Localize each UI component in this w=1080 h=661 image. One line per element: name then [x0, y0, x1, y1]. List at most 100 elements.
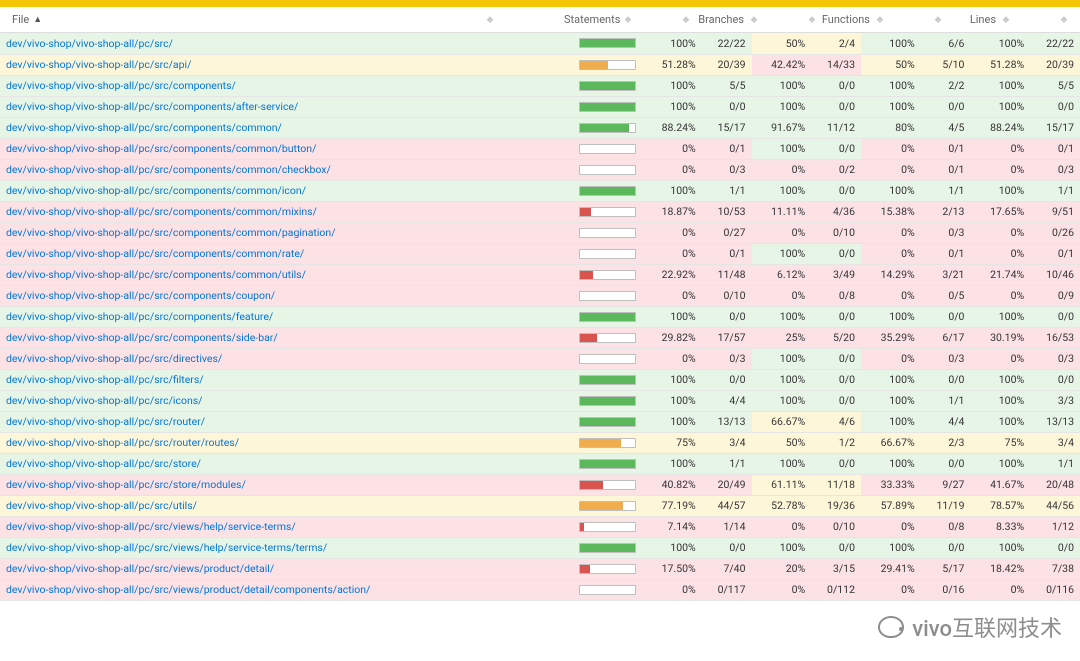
sort-icon[interactable]: ◆ — [750, 15, 758, 25]
branches-pct: 61.11% — [752, 474, 812, 495]
lines-frac: 0/0 — [1030, 537, 1080, 558]
file-link[interactable]: dev/vivo-shop/vivo-shop-all/pc/src/views… — [6, 562, 274, 575]
functions-pct: 100% — [861, 390, 921, 411]
header-file-label: File — [12, 13, 29, 26]
sort-icon[interactable]: ◆ — [934, 15, 942, 25]
file-link[interactable]: dev/vivo-shop/vivo-shop-all/pc/src/compo… — [6, 289, 275, 302]
file-link[interactable]: dev/vivo-shop/vivo-shop-all/pc/src/ — [6, 37, 173, 50]
functions-pct: 50% — [861, 54, 921, 75]
lines-frac: 13/13 — [1030, 411, 1080, 432]
file-link[interactable]: dev/vivo-shop/vivo-shop-all/pc/src/compo… — [6, 163, 331, 176]
sort-icon[interactable]: ◆ — [624, 15, 632, 25]
file-link[interactable]: dev/vivo-shop/vivo-shop-all/pc/src/store… — [6, 457, 201, 470]
file-link[interactable]: dev/vivo-shop/vivo-shop-all/pc/src/store… — [6, 478, 246, 491]
file-link[interactable]: dev/vivo-shop/vivo-shop-all/pc/src/compo… — [6, 100, 298, 113]
file-link[interactable]: dev/vivo-shop/vivo-shop-all/pc/src/views… — [6, 541, 327, 554]
branches-pct: 100% — [752, 306, 812, 327]
file-link[interactable]: dev/vivo-shop/vivo-shop-all/pc/src/compo… — [6, 205, 317, 218]
functions-pct: 100% — [861, 180, 921, 201]
lines-pct: 100% — [970, 75, 1030, 96]
table-row: dev/vivo-shop/vivo-shop-all/pc/src/compo… — [0, 75, 1080, 96]
table-row: dev/vivo-shop/vivo-shop-all/pc/src/compo… — [0, 201, 1080, 222]
file-link[interactable]: dev/vivo-shop/vivo-shop-all/pc/src/compo… — [6, 247, 304, 260]
sort-icon[interactable]: ◆ — [808, 15, 816, 25]
statements-pct: 17.50% — [642, 558, 702, 579]
file-link[interactable]: dev/vivo-shop/vivo-shop-all/pc/src/route… — [6, 436, 239, 449]
file-link[interactable]: dev/vivo-shop/vivo-shop-all/pc/src/compo… — [6, 331, 278, 344]
statements-pct: 100% — [642, 33, 702, 54]
coverage-table: dev/vivo-shop/vivo-shop-all/pc/src/100%2… — [0, 33, 1080, 601]
branches-frac: 4/6 — [811, 411, 861, 432]
header-file[interactable]: File ▲ — [12, 13, 486, 26]
file-link[interactable]: dev/vivo-shop/vivo-shop-all/pc/src/icons… — [6, 394, 203, 407]
file-link[interactable]: dev/vivo-shop/vivo-shop-all/pc/src/route… — [6, 415, 205, 428]
file-link[interactable]: dev/vivo-shop/vivo-shop-all/pc/src/compo… — [6, 226, 336, 239]
header-functions[interactable]: Functions — [816, 13, 876, 26]
coverage-bar — [579, 585, 636, 595]
branches-pct: 52.78% — [752, 495, 812, 516]
header-lines[interactable]: Lines — [942, 13, 1002, 26]
lines-pct: 18.42% — [970, 558, 1030, 579]
statements-frac: 1/1 — [702, 180, 752, 201]
functions-frac: 2/3 — [921, 432, 971, 453]
sort-icon[interactable]: ◆ — [682, 15, 690, 25]
lines-frac: 0/0 — [1030, 306, 1080, 327]
lines-pct: 0% — [970, 285, 1030, 306]
file-link[interactable]: dev/vivo-shop/vivo-shop-all/pc/src/compo… — [6, 268, 306, 281]
lines-frac: 0/3 — [1030, 159, 1080, 180]
statements-pct: 0% — [642, 579, 702, 600]
coverage-bar — [579, 291, 636, 301]
file-link[interactable]: dev/vivo-shop/vivo-shop-all/pc/src/filte… — [6, 373, 204, 386]
statements-pct: 0% — [642, 285, 702, 306]
branches-pct: 100% — [752, 138, 812, 159]
lines-frac: 7/38 — [1030, 558, 1080, 579]
branches-pct: 66.67% — [752, 411, 812, 432]
coverage-bar — [579, 123, 636, 133]
table-row: dev/vivo-shop/vivo-shop-all/pc/src/route… — [0, 432, 1080, 453]
statements-pct: 100% — [642, 537, 702, 558]
lines-frac: 10/46 — [1030, 264, 1080, 285]
statements-frac: 0/0 — [702, 306, 752, 327]
statements-pct: 100% — [642, 180, 702, 201]
lines-pct: 78.57% — [970, 495, 1030, 516]
file-link[interactable]: dev/vivo-shop/vivo-shop-all/pc/src/compo… — [6, 184, 306, 197]
functions-frac: 2/13 — [921, 201, 971, 222]
sort-icon[interactable]: ◆ — [486, 15, 494, 25]
file-link[interactable]: dev/vivo-shop/vivo-shop-all/pc/src/compo… — [6, 79, 236, 92]
lines-frac: 0/1 — [1030, 138, 1080, 159]
functions-pct: 35.29% — [861, 327, 921, 348]
file-link[interactable]: dev/vivo-shop/vivo-shop-all/pc/src/views… — [6, 583, 370, 596]
header-branches[interactable]: Branches — [690, 13, 750, 26]
file-link[interactable]: dev/vivo-shop/vivo-shop-all/pc/src/direc… — [6, 352, 222, 365]
functions-pct: 0% — [861, 138, 921, 159]
functions-frac: 0/0 — [921, 537, 971, 558]
branches-pct: 100% — [752, 180, 812, 201]
file-link[interactable]: dev/vivo-shop/vivo-shop-all/pc/src/views… — [6, 520, 296, 533]
sort-icon[interactable]: ◆ — [876, 15, 884, 25]
functions-pct: 0% — [861, 516, 921, 537]
statements-pct: 0% — [642, 348, 702, 369]
lines-frac: 22/22 — [1030, 33, 1080, 54]
file-link[interactable]: dev/vivo-shop/vivo-shop-all/pc/src/utils… — [6, 499, 197, 512]
coverage-bar — [579, 38, 636, 48]
file-link[interactable]: dev/vivo-shop/vivo-shop-all/pc/src/api/ — [6, 58, 191, 71]
coverage-bar — [579, 459, 636, 469]
branches-pct: 50% — [752, 33, 812, 54]
statements-frac: 5/5 — [702, 75, 752, 96]
statements-frac: 10/53 — [702, 201, 752, 222]
functions-frac: 0/16 — [921, 579, 971, 600]
lines-pct: 17.65% — [970, 201, 1030, 222]
file-link[interactable]: dev/vivo-shop/vivo-shop-all/pc/src/compo… — [6, 121, 282, 134]
functions-frac: 0/0 — [921, 369, 971, 390]
coverage-bar — [579, 564, 636, 574]
file-link[interactable]: dev/vivo-shop/vivo-shop-all/pc/src/compo… — [6, 310, 273, 323]
branches-frac: 11/18 — [811, 474, 861, 495]
sort-icon[interactable]: ◆ — [1002, 15, 1010, 25]
statements-frac: 22/22 — [702, 33, 752, 54]
file-link[interactable]: dev/vivo-shop/vivo-shop-all/pc/src/compo… — [6, 142, 316, 155]
lines-frac: 20/39 — [1030, 54, 1080, 75]
sort-icon[interactable]: ◆ — [1060, 15, 1068, 25]
header-statements[interactable]: Statements — [564, 13, 624, 26]
table-row: dev/vivo-shop/vivo-shop-all/pc/src/compo… — [0, 222, 1080, 243]
functions-frac: 11/19 — [921, 495, 971, 516]
